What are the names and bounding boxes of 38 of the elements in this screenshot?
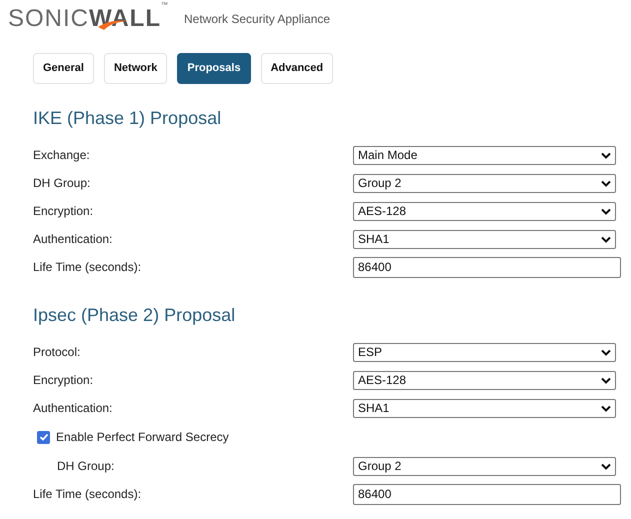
tab[interactable]: Network [104, 53, 168, 84]
field-label: Life Time (seconds): [33, 486, 142, 503]
section-heading: Ipsec (Phase 2) Proposal [33, 304, 236, 326]
tab[interactable]: Advanced [260, 53, 334, 84]
chevron-down-icon [601, 208, 611, 214]
chevron-down-icon [601, 376, 611, 384]
field-label: Authentication: [33, 231, 114, 248]
chevron-down-icon [601, 180, 611, 186]
dropdown[interactable]: AES-128 [353, 202, 616, 220]
field-label: Encryption: [33, 372, 94, 389]
chevron-down-icon [601, 348, 611, 356]
field-label: Protocol: [33, 344, 82, 361]
section-heading: IKE (Phase 1) Proposal [33, 107, 222, 129]
dropdown[interactable]: Main Mode [353, 146, 616, 164]
dropdown[interactable]: SHA1 [353, 398, 616, 418]
field-label: Authentication: [33, 400, 114, 417]
chevron-down-icon [601, 462, 611, 470]
field-label: DH Group: [33, 175, 92, 192]
chevron-down-icon [601, 152, 611, 158]
field-label: Life Time (seconds): [33, 259, 142, 276]
dropdown[interactable]: AES-128 [353, 370, 616, 390]
field-label: DH Group: [56, 458, 116, 475]
field-label: Encryption: [33, 203, 94, 220]
checkmark-icon [38, 432, 48, 442]
checkbox-label: Enable Perfect Forward Secrecy [56, 429, 229, 446]
dropdown[interactable]: ESP [353, 342, 616, 362]
field-label: Exchange: [33, 147, 91, 164]
subtitle: Network Security Appliance [184, 11, 330, 28]
input-field[interactable]: 86400 [353, 484, 621, 504]
checkbox[interactable] [37, 430, 50, 444]
tab[interactable]: Proposals [177, 53, 251, 84]
chevron-down-icon [601, 236, 611, 242]
dropdown[interactable]: SHA1 [353, 230, 616, 248]
input-field[interactable]: 86400 [353, 256, 621, 278]
dropdown[interactable]: Group 2 [353, 174, 616, 192]
chevron-down-icon [601, 404, 611, 412]
dropdown[interactable]: Group 2 [353, 456, 616, 476]
tab[interactable]: General [33, 53, 94, 84]
